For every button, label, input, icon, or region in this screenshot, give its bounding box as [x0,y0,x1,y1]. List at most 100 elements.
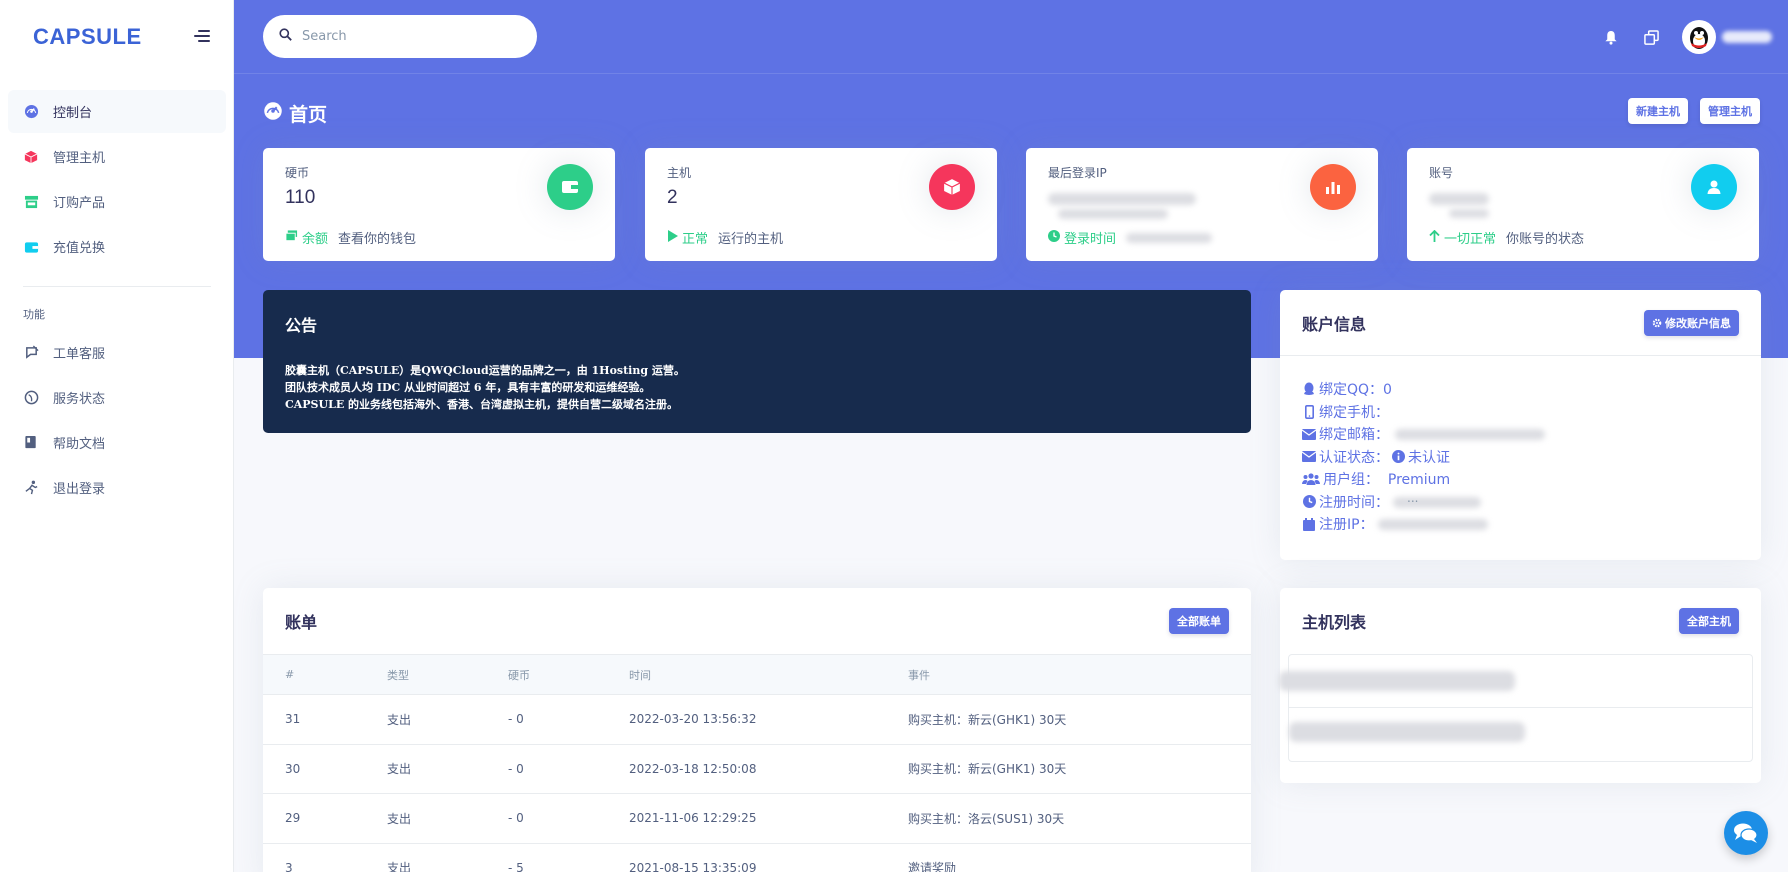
mobile-icon [1302,404,1316,419]
host-list-card: 主机列表 全部主机 [1279,588,1761,783]
host-list [1279,654,1753,762]
chart-bar-icon [1310,164,1356,210]
sidebar-item-service-status[interactable]: 服务状态 [8,376,226,419]
account-reg-time-text: 注册时间： [1319,494,1389,511]
sidebar: CAPSULE 控制台 管理主机 订购产品 充值兑换 功能 工单客服 服务状态 … [0,0,234,872]
book-icon [23,435,39,451]
dashboard-icon [263,101,283,126]
redacted-ip [1048,193,1196,205]
table-cell: 支出 [365,793,486,844]
account-group-text: 用户组： Premium [1323,472,1451,489]
stat-label: 主机 [667,166,692,180]
edit-account-button[interactable]: 修改账户信息 [1644,309,1739,336]
redacted-ip [1058,209,1168,219]
table-header-row: # 类型 硬币 时间 事件 [263,654,1251,695]
cube-icon [929,164,975,210]
brand-logo[interactable]: CAPSULE [33,24,142,50]
sidebar-item-dashboard[interactable]: 控制台 [8,90,226,133]
search-input[interactable] [302,29,502,44]
table-cell: 支出 [365,744,486,794]
store-icon [23,194,39,210]
envelope-icon [1302,427,1316,441]
table-cell: 31 [263,694,365,745]
avatar[interactable] [1682,20,1716,54]
sidebar-item-logout[interactable]: 退出登录 [8,466,226,509]
card-title: 账户信息 [1302,314,1367,334]
sidebar-item-manage-hosts[interactable]: 管理主机 [8,135,226,178]
all-bills-button[interactable]: 全部账单 [1169,608,1229,634]
sidebar-item-label: 控制台 [53,106,93,121]
table-cell: 2022-03-18 12:50:08 [607,744,886,794]
redacted-reg-time: ... [1393,491,1481,509]
account-verify-value: 未认证 [1408,449,1450,466]
column-header: # [263,654,365,695]
table-cell: - 0 [486,793,607,844]
redacted-username [1429,193,1489,205]
table-row: 30 支出 - 0 2022-03-18 12:50:08 购买主机：新云(GH… [263,744,1251,794]
bills-table: # 类型 硬币 时间 事件 31 支出 - 0 2022-03-20 13:56… [263,654,1251,872]
account-reg-ip-text: 注册IP： [1319,517,1374,534]
stat-footer: 一切正常 你账号的状态 [1429,228,1584,247]
account-qq: 绑定QQ：0 [1302,378,1739,401]
table-row: 31 支出 - 0 2022-03-20 13:56:32 购买主机：新云(GH… [263,694,1251,745]
card-title: 主机列表 [1302,613,1367,632]
bell-icon[interactable] [1602,28,1620,46]
table-cell: 邀请奖励 [886,843,1251,872]
sidebar-item-label: 帮助文档 [53,437,106,452]
stat-label: 最后登录IP [1048,166,1107,180]
arrow-up-icon [1429,229,1440,246]
account-details: 绑定QQ：0 绑定手机： 绑定邮箱： 认证状态： 未认证 用户组： Premiu… [1280,356,1761,558]
announcement-line: 团队技术成员人均 IDC 从业时间超过 6 年，具有丰富的研发和运维经验。 [285,381,651,394]
sidebar-item-recharge[interactable]: 充值兑换 [8,225,226,268]
sidebar-item-order-products[interactable]: 订购产品 [8,180,226,223]
new-host-button[interactable]: 新建主机 [1628,98,1688,124]
redacted-host [1289,722,1525,742]
info-icon [1392,450,1405,464]
card-header: 主机列表 全部主机 [1280,588,1761,654]
list-item[interactable] [1289,708,1752,761]
gear-icon [1652,318,1662,328]
chat-button[interactable] [1724,811,1768,855]
table-cell: 购买主机：新云(GHK1) 30天 [886,694,1251,745]
stat-footer-status: 余额 [285,228,328,247]
all-hosts-button[interactable]: 全部主机 [1679,608,1739,634]
redacted-login-time [1126,232,1213,243]
play-icon [667,229,678,246]
sidebar-item-help-docs[interactable]: 帮助文档 [8,421,226,464]
manage-host-button[interactable]: 管理主机 [1700,98,1760,124]
account-reg-time-partial: ... [1407,490,1419,505]
account-email-text: 绑定邮箱： [1319,427,1389,444]
windows-icon[interactable] [1642,28,1660,46]
stat-footer-text: 查看你的钱包 [338,232,417,247]
table-cell: - 0 [486,744,607,794]
page-title-text: 首页 [289,104,328,126]
stat-footer-good: 正常 [682,232,709,247]
search-box[interactable] [263,15,537,58]
table-cell: 3 [263,843,365,872]
edit-account-label: 修改账户信息 [1665,316,1731,330]
table-cell: 2021-08-15 13:35:09 [607,843,886,872]
money-icon [285,229,298,246]
account-email: 绑定邮箱： [1302,423,1739,446]
stat-footer-good: 余额 [302,232,329,247]
table-cell: 2022-03-20 13:56:32 [607,694,886,745]
table-cell: 30 [263,744,365,794]
sidebar-toggle-icon[interactable] [194,30,212,44]
sidebar-item-tickets[interactable]: 工单客服 [8,331,226,374]
account-phone-text: 绑定手机： [1319,404,1389,421]
account-verify: 认证状态： 未认证 [1302,446,1739,469]
account-qq-text: 绑定QQ：0 [1319,382,1392,399]
envelope-icon [1302,450,1316,464]
cube-icon [23,149,39,165]
bills-card: 账单 全部账单 # 类型 硬币 时间 事件 31 支出 - 0 2022-03-… [263,588,1251,872]
sidebar-heading: 功能 [23,308,45,321]
stat-footer-text: 运行的主机 [718,232,784,247]
qq-icon [1302,382,1316,396]
username-redacted [1722,31,1772,43]
list-item[interactable] [1279,655,1752,708]
table-cell: 支出 [365,694,486,745]
sidebar-item-label: 管理主机 [53,151,106,166]
announcement-title: 公告 [285,316,318,335]
account-phone: 绑定手机： [1302,401,1739,424]
redacted-email [1395,428,1545,440]
